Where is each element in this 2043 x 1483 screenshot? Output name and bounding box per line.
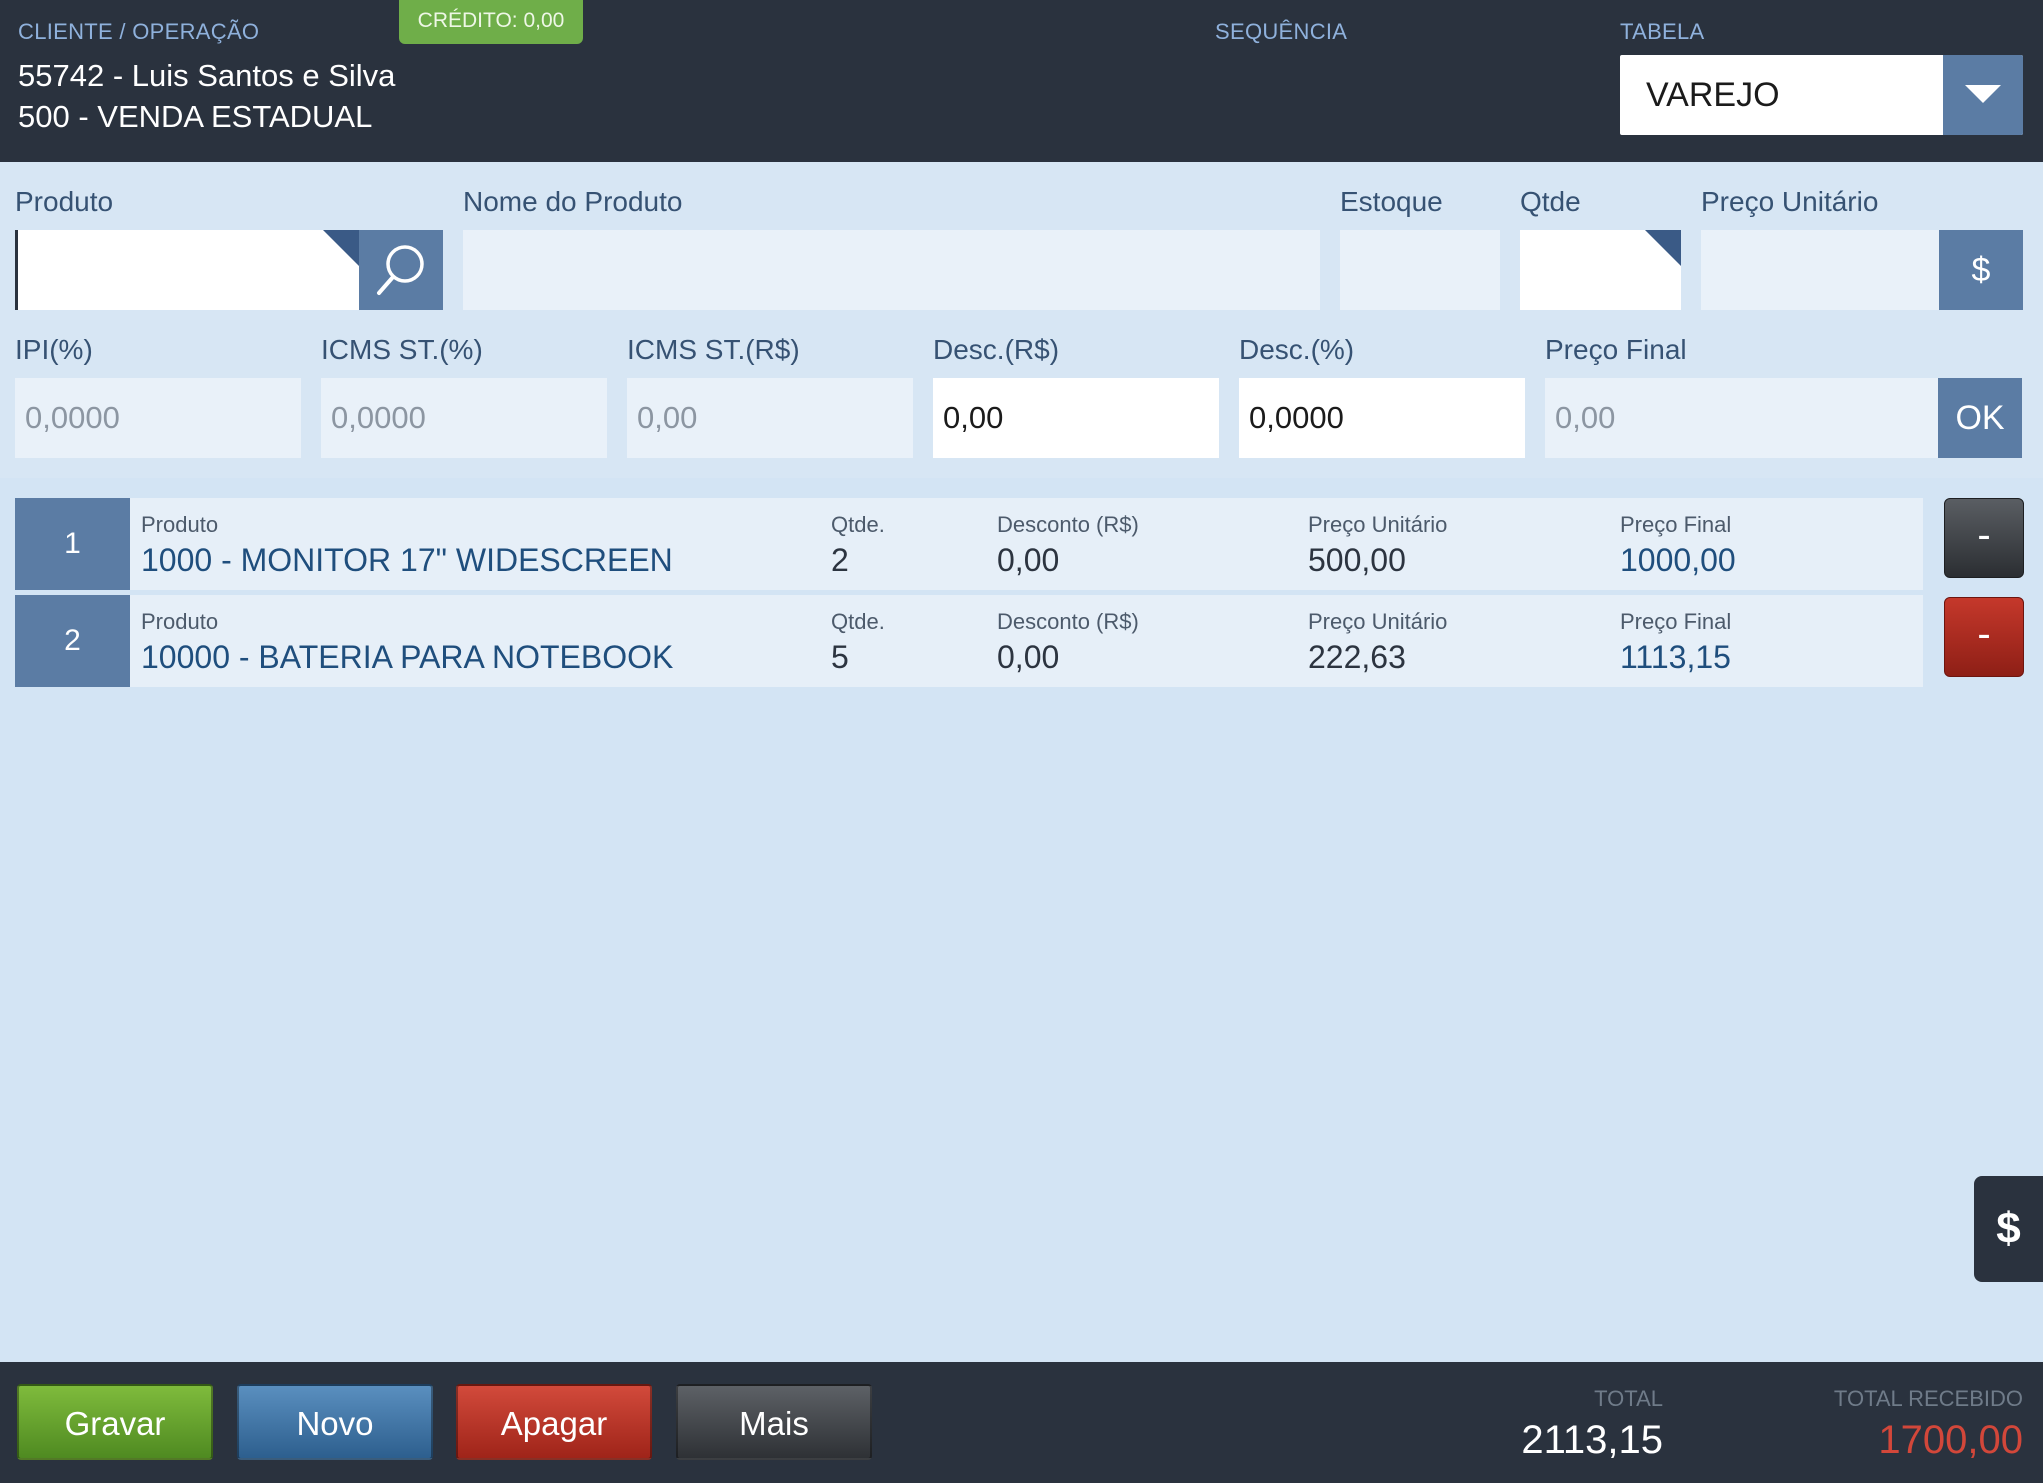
desc-rs-label: Desc.(R$) [933,334,1060,365]
desc-pct-input[interactable]: 0,0000 [1239,378,1525,458]
credit-badge: CRÉDITO: 0,00 [399,0,583,44]
item-produto: 10000 - BATERIA PARA NOTEBOOK [141,639,674,675]
operation-name: 500 - VENDA ESTADUAL [18,99,373,134]
item-desconto-label: Desconto (R$) [997,609,1139,634]
list-item[interactable]: 2 Produto 10000 - BATERIA PARA NOTEBOOK … [15,595,1923,687]
item-qtde-label: Qtde. [831,609,885,634]
preco-final-input[interactable]: 0,00 [1545,378,1938,458]
search-button[interactable] [359,230,443,310]
sequence-label: SEQUÊNCIA [1215,19,1348,44]
estoque-label: Estoque [1340,186,1443,217]
item-index: 1 [15,498,130,590]
item-qtde-label: Qtde. [831,512,885,537]
item-desconto-label: Desconto (R$) [997,512,1139,537]
item-preco-final-label: Preço Final [1620,512,1732,537]
ipi-label: IPI(%) [15,334,93,365]
qtde-label: Qtde [1520,186,1581,217]
estoque-input[interactable] [1340,230,1500,310]
item-desconto: 0,00 [997,542,1060,578]
nome-produto-label: Nome do Produto [463,186,683,217]
total-recebido-value: 1700,00 [1878,1418,2023,1462]
tabela-select[interactable]: VAREJO [1620,55,2023,135]
produto-input[interactable] [15,230,359,310]
item-qtde: 5 [831,639,849,675]
payment-tab[interactable]: $ [1974,1176,2043,1282]
item-produto: 1000 - MONITOR 17" WIDESCREEN [141,542,673,578]
item-preco-unitario-label: Preço Unitário [1308,609,1448,634]
item-preco-unitario-label: Preço Unitário [1308,512,1448,537]
item-preco-final-label: Preço Final [1620,609,1732,634]
item-preco-final: 1000,00 [1620,542,1736,578]
total-value: 2113,15 [1521,1418,1663,1462]
footer-bar: Gravar Novo Apagar Mais TOTAL 2113,15 TO… [0,1362,2043,1483]
remove-item-button[interactable]: - [1944,498,2024,578]
icms-st-rs-label: ICMS ST.(R$) [627,334,800,365]
desc-rs-input[interactable]: 0,00 [933,378,1219,458]
ipi-input[interactable]: 0,0000 [15,378,301,458]
item-produto-label: Produto [141,512,219,537]
total-label: TOTAL [1594,1386,1663,1411]
item-desconto: 0,00 [997,639,1060,675]
produto-label: Produto [15,186,114,217]
gravar-button[interactable]: Gravar [17,1384,213,1460]
tabela-selected-value: VAREJO [1646,76,1780,114]
client-operation-label: CLIENTE / OPERAÇÃO [18,19,260,44]
icms-st-rs-input[interactable]: 0,00 [627,378,913,458]
product-entry-panel: Produto Nome do Produto Estoque Qtde Pre… [0,162,2043,478]
novo-button[interactable]: Novo [237,1384,433,1460]
item-produto-label: Produto [141,609,219,634]
item-preco-unitario: 222,63 [1308,639,1406,675]
client-name: 55742 - Luis Santos e Silva [18,58,396,93]
desc-pct-label: Desc.(%) [1239,334,1355,365]
remove-item-button[interactable]: - [1944,597,2024,677]
item-qtde: 2 [831,542,849,578]
tabela-label: TABELA [1620,19,1705,44]
preco-final-label: Preço Final [1545,334,1687,365]
total-recebido-label: TOTAL RECEBIDO [1833,1386,2023,1411]
icms-st-pct-label: ICMS ST.(%) [321,334,483,365]
apagar-button[interactable]: Apagar [456,1384,652,1460]
mais-button[interactable]: Mais [676,1384,872,1460]
credit-value: 0,00 [523,9,565,32]
item-preco-final: 1113,15 [1620,639,1731,675]
chevron-down-icon[interactable] [1943,55,2023,135]
ok-button[interactable]: OK [1938,378,2022,458]
search-icon [377,245,424,295]
required-marker [1645,230,1681,266]
header-bar: CLIENTE / OPERAÇÃO CRÉDITO: 0,00 55742 -… [0,0,2043,162]
icms-st-pct-input[interactable]: 0,0000 [321,378,607,458]
credit-label: CRÉDITO: [417,9,518,32]
item-index: 2 [15,595,130,687]
dollar-button[interactable]: $ [1939,230,2023,310]
item-preco-unitario: 500,00 [1308,542,1406,578]
nome-produto-input[interactable] [463,230,1320,310]
preco-unitario-label: Preço Unitário [1701,186,1879,217]
preco-unitario-input[interactable] [1701,230,1939,310]
list-item[interactable]: 1 Produto 1000 - MONITOR 17" WIDESCREEN … [15,498,1923,590]
required-marker [323,230,359,266]
